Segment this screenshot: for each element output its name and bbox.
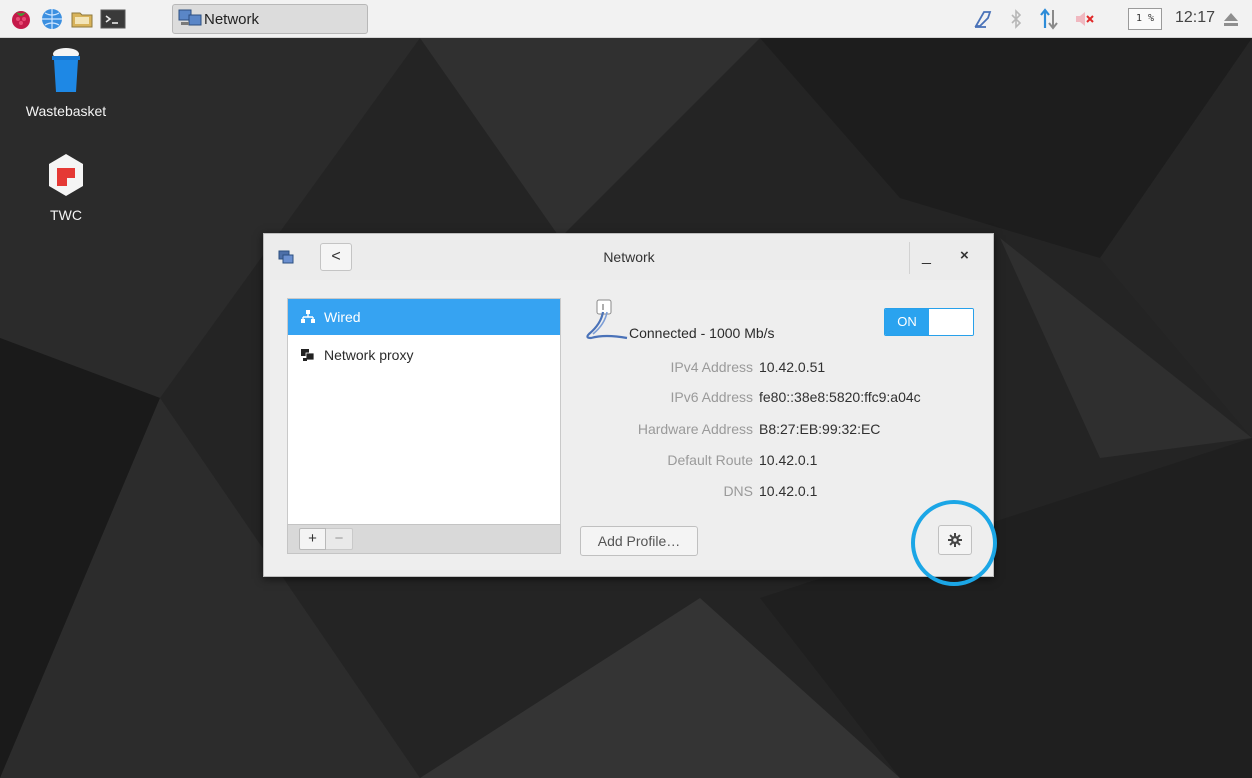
desktop-item-label: Wastebasket	[25, 103, 107, 119]
detail-key: DNS	[723, 483, 753, 499]
detail-key: IPv4 Address	[670, 359, 754, 375]
detail-value: 10.42.0.51	[759, 359, 826, 375]
titlebar-divider	[909, 242, 910, 274]
eject-icon[interactable]	[1220, 8, 1242, 30]
file-manager-icon[interactable]	[70, 7, 94, 31]
desktop-item-label: TWC	[50, 207, 82, 223]
connection-toggle[interactable]: ON	[884, 308, 974, 336]
clock[interactable]: 12:17	[1175, 9, 1215, 27]
connection-list-toolbar: + −	[287, 524, 561, 554]
detail-key: Default Route	[667, 452, 753, 468]
network-cable-icon[interactable]	[972, 8, 994, 30]
detail-row-ipv4: IPv4 Address 10.42.0.51	[581, 359, 961, 379]
detail-row-dns: DNS 10.42.0.1	[581, 483, 961, 503]
desktop-wastebasket[interactable]: Wastebasket	[18, 44, 114, 119]
twc-app-icon	[49, 154, 83, 196]
detail-key: IPv6 Address	[670, 389, 754, 405]
detail-key: Hardware Address	[637, 421, 753, 437]
add-profile-button[interactable]: Add Profile…	[580, 526, 698, 556]
toggle-on-label: ON	[885, 309, 929, 335]
detail-row-hardware: Hardware Address B8:27:EB:99:32:EC	[581, 421, 961, 441]
network-traffic-icon[interactable]	[1038, 8, 1060, 30]
taskbar: Network 1 % 12:17	[0, 0, 1252, 38]
volume-muted-icon[interactable]	[1074, 8, 1096, 30]
window-titlebar[interactable]: < Network _ ×	[264, 234, 993, 280]
taskbar-task-label: Network	[204, 11, 260, 28]
connection-list: Wired Network proxy	[287, 298, 561, 530]
network-window-icon	[178, 9, 202, 26]
wired-network-icon	[301, 310, 315, 323]
remove-connection-button[interactable]: −	[326, 528, 353, 550]
highlight-circle	[911, 500, 997, 586]
desktop-twc[interactable]: TWC	[18, 152, 114, 223]
cpu-usage-monitor[interactable]: 1 %	[1128, 8, 1162, 30]
sidebar-item-wired[interactable]: Wired	[288, 299, 560, 335]
detail-value: 10.42.0.1	[759, 452, 818, 468]
back-button[interactable]: <	[320, 243, 352, 271]
bluetooth-icon[interactable]	[1005, 8, 1027, 30]
terminal-icon[interactable]	[100, 7, 126, 31]
connection-status: Connected - 1000 Mb/s	[629, 325, 775, 341]
network-proxy-icon	[301, 349, 315, 361]
toggle-knob	[929, 309, 973, 335]
sidebar-item-label: Network proxy	[324, 347, 414, 363]
detail-row-default-route: Default Route 10.42.0.1	[581, 452, 961, 472]
detail-row-ipv6: IPv6 Address fe80::38e8:5820:ffc9:a04c	[581, 389, 961, 409]
close-button[interactable]: ×	[960, 247, 969, 264]
taskbar-network-window[interactable]: Network	[172, 4, 368, 34]
sidebar-item-label: Wired	[324, 309, 361, 325]
window-menu-icon[interactable]	[278, 250, 294, 264]
web-browser-icon[interactable]	[40, 7, 64, 31]
wired-connection-icon	[586, 299, 628, 340]
wastebasket-icon	[52, 48, 80, 92]
detail-value: fe80::38e8:5820:ffc9:a04c	[759, 389, 921, 405]
network-window: < Network _ × Wired Network proxy + − Co…	[263, 233, 994, 577]
sidebar-item-network-proxy[interactable]: Network proxy	[288, 337, 560, 373]
detail-value: 10.42.0.1	[759, 483, 818, 499]
raspberry-menu-icon[interactable]	[9, 7, 33, 31]
minimize-button[interactable]: _	[922, 248, 931, 266]
add-connection-button[interactable]: +	[299, 528, 326, 550]
detail-value: B8:27:EB:99:32:EC	[759, 421, 881, 437]
window-title: Network	[603, 249, 655, 265]
